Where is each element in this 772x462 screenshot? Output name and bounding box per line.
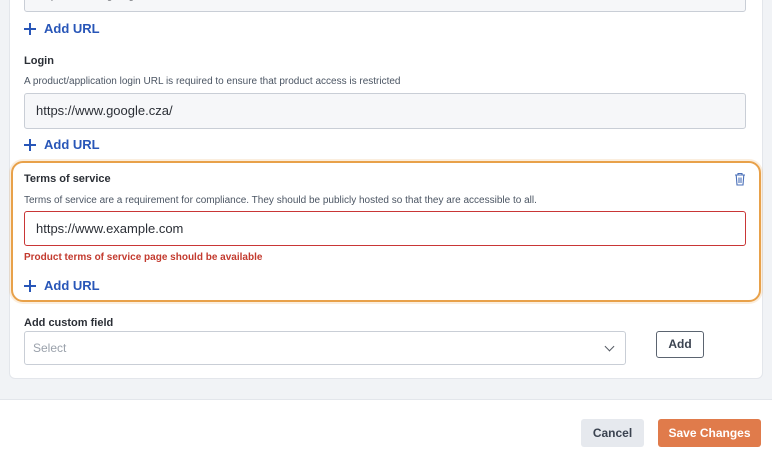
cancel-button[interactable]: Cancel: [581, 419, 644, 447]
add-url-button-login[interactable]: Add URL: [24, 137, 100, 152]
add-custom-field-button[interactable]: Add: [656, 331, 704, 358]
add-url-button-top[interactable]: Add URL: [24, 21, 100, 36]
plus-icon: [24, 279, 36, 292]
add-url-label: Add URL: [44, 21, 100, 36]
custom-field-title: Add custom field: [24, 317, 114, 329]
previous-url-input[interactable]: https://www.google.com/: [24, 0, 746, 12]
add-url-label: Add URL: [44, 137, 100, 152]
login-title: Login: [24, 55, 54, 67]
page-background: https://www.google.com/ Add URL Login A …: [0, 0, 772, 462]
login-url-input[interactable]: https://www.google.cza/: [24, 93, 746, 129]
custom-field-select[interactable]: Select: [24, 331, 626, 365]
plus-icon: [24, 22, 36, 35]
chevron-down-icon: [604, 341, 615, 352]
terms-of-service-description: Terms of service are a requirement for c…: [24, 195, 537, 206]
terms-of-service-title: Terms of service: [24, 173, 111, 185]
terms-of-service-error: Product terms of service page should be …: [24, 252, 263, 263]
add-url-button-terms[interactable]: Add URL: [24, 278, 100, 293]
trash-icon[interactable]: [734, 172, 746, 186]
custom-field-placeholder: Select: [33, 341, 67, 355]
terms-of-service-url-input[interactable]: https://www.example.com: [24, 211, 746, 246]
plus-icon: [24, 138, 36, 151]
login-description: A product/application login URL is requi…: [24, 76, 401, 87]
footer-bar: [0, 399, 772, 462]
save-changes-button[interactable]: Save Changes: [658, 419, 761, 447]
add-url-label: Add URL: [44, 278, 100, 293]
